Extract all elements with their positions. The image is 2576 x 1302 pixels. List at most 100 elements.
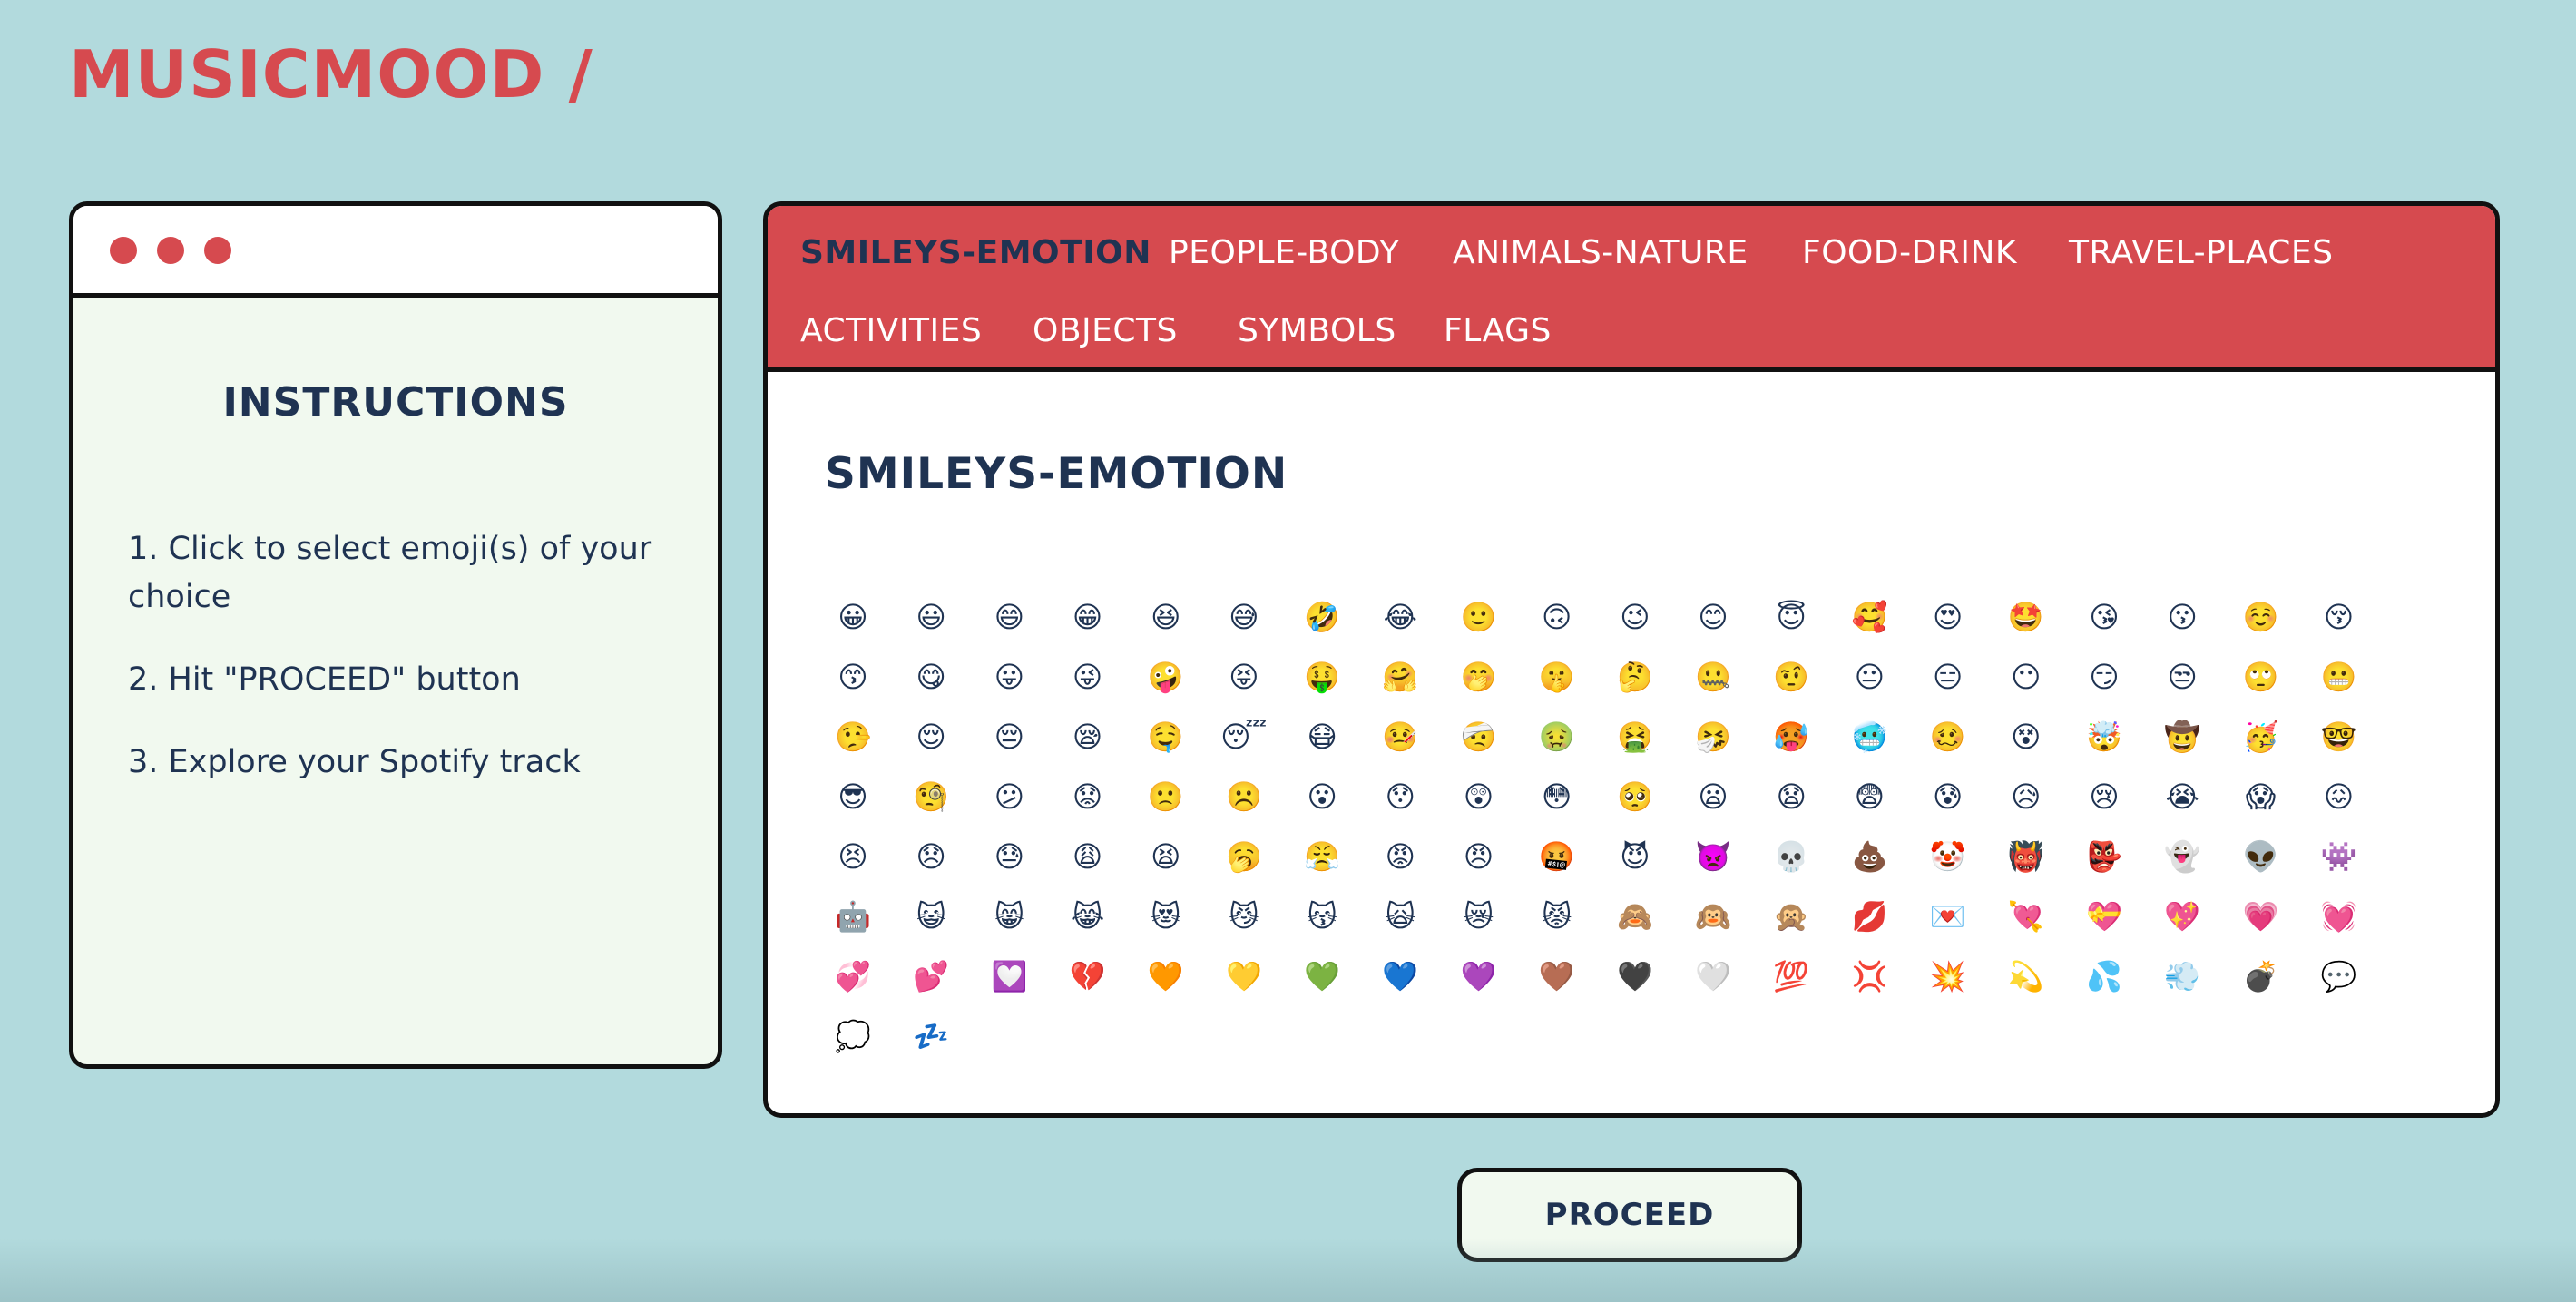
emoji-item[interactable]: 😦	[1686, 767, 1740, 827]
emoji-item[interactable]: 😹	[1061, 886, 1115, 946]
emoji-item[interactable]: 🙀	[1373, 886, 1427, 946]
emoji-item[interactable]: 💀	[1764, 827, 1818, 886]
emoji-item[interactable]: 🥳	[2233, 707, 2287, 767]
emoji-item[interactable]: 😁	[1061, 587, 1115, 647]
emoji-item[interactable]: 🙂	[1452, 587, 1506, 647]
emoji-item[interactable]: 😌	[904, 707, 958, 767]
tab-symbols[interactable]: SYMBOLS	[1238, 311, 1396, 351]
emoji-item[interactable]: 🤢	[1530, 707, 1584, 767]
emoji-item[interactable]: 🤥	[826, 707, 880, 767]
emoji-item[interactable]: 🥵	[1764, 707, 1818, 767]
emoji-item[interactable]: 👻	[2155, 827, 2209, 886]
emoji-item[interactable]: 😲	[1452, 767, 1506, 827]
emoji-item[interactable]: 😀	[826, 587, 880, 647]
emoji-item[interactable]: 🙊	[1764, 886, 1818, 946]
emoji-item[interactable]: 😋	[904, 647, 958, 707]
emoji-item[interactable]: 💝	[2077, 886, 2131, 946]
emoji-item[interactable]: 😃	[904, 587, 958, 647]
emoji-item[interactable]: 😻	[1139, 886, 1193, 946]
emoji-item[interactable]: 👿	[1686, 827, 1740, 886]
emoji-item[interactable]: 😨	[1842, 767, 1896, 827]
emoji-item[interactable]: 🤬	[1530, 827, 1584, 886]
emoji-item[interactable]: 🤔	[1608, 647, 1662, 707]
emoji-item[interactable]: 😥	[1999, 767, 2053, 827]
emoji-item[interactable]: 😳	[1530, 767, 1584, 827]
emoji-item[interactable]: 😆	[1139, 587, 1193, 647]
tab-activities[interactable]: ACTIVITIES	[800, 311, 982, 351]
emoji-item[interactable]: 😈	[1608, 827, 1662, 886]
emoji-item[interactable]: 😔	[982, 707, 1036, 767]
emoji-item[interactable]: 🤒	[1373, 707, 1427, 767]
emoji-item[interactable]: 🤖	[826, 886, 880, 946]
emoji-item[interactable]: 🥺	[1608, 767, 1662, 827]
emoji-item[interactable]: 💋	[1842, 886, 1896, 946]
emoji-item[interactable]: 😽	[1295, 886, 1349, 946]
emoji-item[interactable]: ☹️	[1217, 767, 1271, 827]
emoji-item[interactable]: 🤧	[1686, 707, 1740, 767]
emoji-item[interactable]: 😩	[1061, 827, 1115, 886]
emoji-item[interactable]: 😼	[1217, 886, 1271, 946]
emoji-item[interactable]: 💣	[2233, 946, 2287, 1006]
emoji-item[interactable]: 😧	[1764, 767, 1818, 827]
tab-food-drink[interactable]: FOOD-DRINK	[1802, 233, 2017, 273]
emoji-item[interactable]: 😢	[2077, 767, 2131, 827]
tab-travel-places[interactable]: TRAVEL-PLACES	[2069, 233, 2333, 273]
tab-animals-nature[interactable]: ANIMALS-NATURE	[1453, 233, 1748, 273]
emoji-item[interactable]: 🤯	[2077, 707, 2131, 767]
emoji-item[interactable]: 😠	[1452, 827, 1506, 886]
emoji-item[interactable]: 🥶	[1842, 707, 1896, 767]
emoji-item[interactable]: 💕	[904, 946, 958, 1006]
emoji-item[interactable]: 👺	[2077, 827, 2131, 886]
emoji-item[interactable]: 🤫	[1530, 647, 1584, 707]
emoji-item[interactable]: 🙄	[2233, 647, 2287, 707]
emoji-item[interactable]: 💨	[2155, 946, 2209, 1006]
emoji-item[interactable]: 😖	[2312, 767, 2366, 827]
emoji-item[interactable]: 💯	[1764, 946, 1818, 1006]
emoji-item[interactable]: 😶	[1999, 647, 2053, 707]
emoji-item[interactable]: 🤕	[1452, 707, 1506, 767]
emoji-item[interactable]: 😘	[2077, 587, 2131, 647]
emoji-item[interactable]: 😎	[826, 767, 880, 827]
emoji-item[interactable]: 😕	[982, 767, 1036, 827]
emoji-item[interactable]: 🙈	[1608, 886, 1662, 946]
tab-people-body[interactable]: PEOPLE-BODY	[1169, 233, 1400, 273]
emoji-item[interactable]: 😉	[1608, 587, 1662, 647]
emoji-item[interactable]: 😊	[1686, 587, 1740, 647]
emoji-item[interactable]: 😯	[1373, 767, 1427, 827]
emoji-item[interactable]: 👾	[2312, 827, 2366, 886]
emoji-item[interactable]: 🤡	[1921, 827, 1975, 886]
emoji-item[interactable]: 😪	[1061, 707, 1115, 767]
emoji-item[interactable]: 🤭	[1452, 647, 1506, 707]
emoji-item[interactable]: 🧡	[1139, 946, 1193, 1006]
emoji-item[interactable]: 😛	[982, 647, 1036, 707]
emoji-item[interactable]: ☺️	[2233, 587, 2287, 647]
emoji-item[interactable]: 😭	[2155, 767, 2209, 827]
emoji-item[interactable]: 👹	[1999, 827, 2053, 886]
emoji-item[interactable]: 😜	[1061, 647, 1115, 707]
emoji-item[interactable]: 😂	[1373, 587, 1427, 647]
emoji-item[interactable]: 🤨	[1764, 647, 1818, 707]
emoji-item[interactable]: 💘	[1999, 886, 2053, 946]
emoji-item[interactable]: 😴	[1217, 707, 1271, 767]
emoji-item[interactable]: 😇	[1764, 587, 1818, 647]
emoji-item[interactable]: 😸	[982, 886, 1036, 946]
emoji-item[interactable]: 🤎	[1530, 946, 1584, 1006]
emoji-item[interactable]: 😣	[826, 827, 880, 886]
emoji-item[interactable]: 💞	[826, 946, 880, 1006]
emoji-item[interactable]: 😐	[1842, 647, 1896, 707]
emoji-item[interactable]: 🤠	[2155, 707, 2209, 767]
emoji-item[interactable]: 😷	[1295, 707, 1349, 767]
emoji-item[interactable]: 💚	[1295, 946, 1349, 1006]
emoji-item[interactable]: 🤗	[1373, 647, 1427, 707]
emoji-item[interactable]: 😙	[826, 647, 880, 707]
emoji-item[interactable]: 🤮	[1608, 707, 1662, 767]
emoji-item[interactable]: 🙃	[1530, 587, 1584, 647]
emoji-item[interactable]: 💩	[1842, 827, 1896, 886]
emoji-item[interactable]: 💙	[1373, 946, 1427, 1006]
emoji-item[interactable]: 😬	[2312, 647, 2366, 707]
emoji-item[interactable]: 💜	[1452, 946, 1506, 1006]
emoji-item[interactable]: 😤	[1295, 827, 1349, 886]
emoji-item[interactable]: 😄	[982, 587, 1036, 647]
emoji-item[interactable]: 💤	[904, 1006, 958, 1066]
emoji-item[interactable]: 😺	[904, 886, 958, 946]
